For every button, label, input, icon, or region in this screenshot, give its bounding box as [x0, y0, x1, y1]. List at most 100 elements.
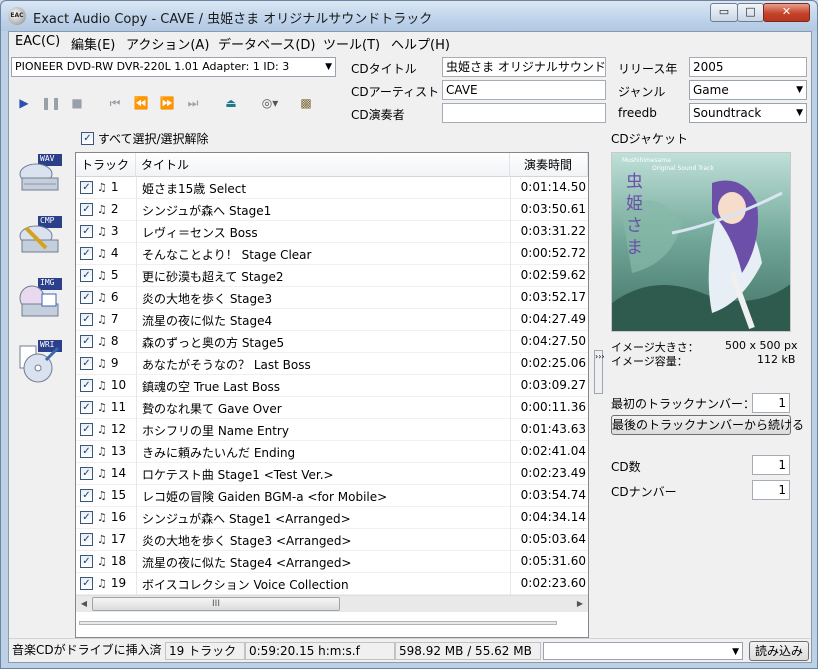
track-title[interactable]: 姫さま15歳 Select [142, 180, 246, 197]
freedb-genre-select[interactable]: Soundtrack ▼ [689, 103, 807, 123]
first-track-field[interactable]: 1 [752, 393, 790, 413]
table-row[interactable]: ✓ ♫ 8 森のずっと奥の方 Stage5 0:04:27.50 [76, 331, 588, 353]
table-row[interactable]: ✓ ♫ 2 シンジュが森へ Stage1 0:03:50.61 [76, 199, 588, 221]
table-row[interactable]: ✓ ♫ 13 きみに頼みたいんだ Ending 0:02:41.04 [76, 441, 588, 463]
forward-icon[interactable]: ⏩ [157, 94, 177, 112]
table-row[interactable]: ✓ ♫ 15 レコ姫の冒険 Gaiden BGM-a <for Mobile> 0:0… [76, 485, 588, 507]
track-checkbox[interactable]: ✓ [80, 577, 93, 590]
menu-database[interactable]: データベース(D) [218, 34, 316, 53]
table-row[interactable]: ✓ ♫ 5 更に砂漠も超えて Stage2 0:02:59.62 [76, 265, 588, 287]
prev-track-icon[interactable]: ⏮ [105, 94, 125, 112]
drive-select[interactable]: PIONEER DVD-RW DVR-220L 1.01 Adapter: 1 … [11, 57, 336, 77]
table-row[interactable]: ✓ ♫ 6 炎の大地を歩く Stage3 0:03:52.17 [76, 287, 588, 309]
write-cd-button[interactable]: WRI [16, 338, 64, 386]
track-title[interactable]: 更に砂漠も超えて Stage2 [142, 268, 284, 285]
eac-app-icon[interactable]: EAC [8, 7, 26, 25]
table-row[interactable]: ✓ ♫ 11 贄のなれ果て Gave Over 0:00:11.36 [76, 397, 588, 419]
cd-options-icon[interactable]: ◎▾ [255, 94, 285, 112]
track-checkbox[interactable]: ✓ [80, 489, 93, 502]
table-row[interactable]: ✓ ♫ 18 流星の夜に似た Stage4 <Arranged> 0:05:31.60 [76, 551, 588, 573]
track-title[interactable]: 流星の夜に似た Stage4 [142, 312, 272, 329]
rewind-icon[interactable]: ⏪ [131, 94, 151, 112]
menu-help[interactable]: ヘルプ(H) [391, 34, 450, 53]
track-title[interactable]: シンジュが森へ Stage1 <Arranged> [142, 510, 351, 527]
track-checkbox[interactable]: ✓ [80, 203, 93, 216]
track-checkbox[interactable]: ✓ [80, 225, 93, 238]
track-title[interactable]: 炎の大地を歩く Stage3 <Arranged> [142, 532, 352, 549]
copy-image-button[interactable]: IMG [16, 276, 64, 324]
track-title[interactable]: 森のずっと奥の方 Stage5 [142, 334, 284, 351]
track-list[interactable]: トラック タイトル 演奏時間 ✓ ♫ 1 姫さま15歳 Select 0:01:14.… [75, 152, 589, 638]
menu-eac[interactable]: EAC(C) [15, 34, 60, 49]
load-button[interactable]: 読み込み [749, 641, 809, 661]
playback-position-slider[interactable] [75, 614, 563, 632]
track-title[interactable]: 炎の大地を歩く Stage3 [142, 290, 272, 307]
track-title[interactable]: シンジュが森へ Stage1 [142, 202, 271, 219]
track-title[interactable]: あなたがそうなの？ Last Boss [142, 356, 311, 373]
track-checkbox[interactable]: ✓ [80, 401, 93, 414]
cover-art[interactable]: Mushihimesama Original Sound Track 虫姫さま [611, 152, 791, 332]
scroll-left-icon[interactable]: ◀ [76, 596, 92, 612]
track-checkbox[interactable]: ✓ [80, 467, 93, 480]
table-row[interactable]: ✓ ♫ 3 レヴィ＝センス Boss 0:03:31.22 [76, 221, 588, 243]
next-track-icon[interactable]: ⏭ [183, 94, 203, 112]
track-checkbox[interactable]: ✓ [80, 247, 93, 260]
title-bar[interactable]: EAC Exact Audio Copy - CAVE / 虫姫さま オリジナル… [1, 1, 817, 31]
table-row[interactable]: ✓ ♫ 19 ボイスコレクション Voice Collection 0:02:23.6… [76, 573, 588, 595]
performer-field[interactable] [442, 103, 606, 123]
track-title[interactable]: ホシフリの里 Name Entry [142, 422, 289, 439]
track-checkbox[interactable]: ✓ [80, 555, 93, 568]
maximize-button[interactable]: □ [737, 3, 764, 22]
year-field[interactable]: 2005 [689, 57, 807, 77]
scroll-right-icon[interactable]: ▶ [572, 596, 588, 612]
track-title[interactable]: レコ姫の冒険 Gaiden BGM-a <for Mobile> [142, 488, 387, 505]
table-row[interactable]: ✓ ♫ 4 そんなことより！ Stage Clear 0:00:52.72 [76, 243, 588, 265]
track-checkbox[interactable]: ✓ [80, 533, 93, 546]
header-title[interactable]: タイトル [136, 153, 510, 177]
track-checkbox[interactable]: ✓ [80, 313, 93, 326]
cd-count-field[interactable]: 1 [752, 455, 790, 475]
track-checkbox[interactable]: ✓ [80, 181, 93, 194]
track-checkbox[interactable]: ✓ [80, 291, 93, 304]
status-dropdown[interactable]: ▼ [543, 642, 743, 660]
menu-action[interactable]: アクション(A) [126, 34, 209, 53]
table-row[interactable]: ✓ ♫ 12 ホシフリの里 Name Entry 0:01:43.63 [76, 419, 588, 441]
track-title[interactable]: 贄のなれ果て Gave Over [142, 400, 282, 417]
drive-icon[interactable]: ▩ [293, 94, 319, 112]
stop-icon[interactable]: ■ [67, 94, 87, 112]
continue-numbering-button[interactable]: 最後のトラックナンバーから続ける [611, 415, 804, 435]
cd-number-field[interactable]: 1 [752, 480, 790, 500]
table-row[interactable]: ✓ ♫ 16 シンジュが森へ Stage1 <Arranged> 0:04:34.14 [76, 507, 588, 529]
table-row[interactable]: ✓ ♫ 17 炎の大地を歩く Stage3 <Arranged> 0:05:03.64 [76, 529, 588, 551]
table-row[interactable]: ✓ ♫ 7 流星の夜に似た Stage4 0:04:27.49 [76, 309, 588, 331]
scroll-thumb[interactable]: III [92, 597, 340, 611]
horizontal-scrollbar[interactable]: ◀ III ▶ [76, 595, 588, 612]
select-all-checkbox[interactable]: ✓ すべて選択/選択解除 [81, 130, 209, 147]
menu-tools[interactable]: ツール(T) [323, 34, 380, 53]
cd-title-field[interactable]: 虫姫さま オリジナルサウンドトラック [442, 57, 606, 77]
track-checkbox[interactable]: ✓ [80, 423, 93, 436]
track-title[interactable]: 流星の夜に似た Stage4 <Arranged> [142, 554, 352, 571]
slider-track[interactable] [79, 621, 557, 625]
track-checkbox[interactable]: ✓ [80, 357, 93, 370]
track-checkbox[interactable]: ✓ [80, 269, 93, 282]
track-title[interactable]: ロケテスト曲 Stage1 <Test Ver.> [142, 466, 334, 483]
copy-wav-button[interactable]: WAV [16, 152, 64, 200]
play-icon[interactable]: ▶ [14, 94, 34, 112]
track-title[interactable]: きみに頼みたいんだ Ending [142, 444, 295, 461]
genre-select[interactable]: Game ▼ [689, 80, 807, 100]
track-title[interactable]: 鎮魂の空 True Last Boss [142, 378, 280, 395]
artist-field[interactable]: CAVE [442, 80, 606, 100]
pause-icon[interactable]: ❚❚ [41, 94, 61, 112]
track-title[interactable]: そんなことより！ Stage Clear [142, 246, 311, 263]
menu-edit[interactable]: 編集(E) [71, 34, 115, 53]
copy-compressed-button[interactable]: CMP [16, 214, 64, 262]
track-checkbox[interactable]: ✓ [80, 511, 93, 524]
track-checkbox[interactable]: ✓ [80, 379, 93, 392]
table-row[interactable]: ✓ ♫ 9 あなたがそうなの？ Last Boss 0:02:25.06 [76, 353, 588, 375]
eject-icon[interactable]: ⏏ [221, 94, 241, 112]
close-button[interactable]: ✕ [763, 3, 810, 22]
track-title[interactable]: ボイスコレクション Voice Collection [142, 576, 349, 593]
table-row[interactable]: ✓ ♫ 1 姫さま15歳 Select 0:01:14.50 [76, 177, 588, 199]
table-row[interactable]: ✓ ♫ 14 ロケテスト曲 Stage1 <Test Ver.> 0:02:23.49 [76, 463, 588, 485]
